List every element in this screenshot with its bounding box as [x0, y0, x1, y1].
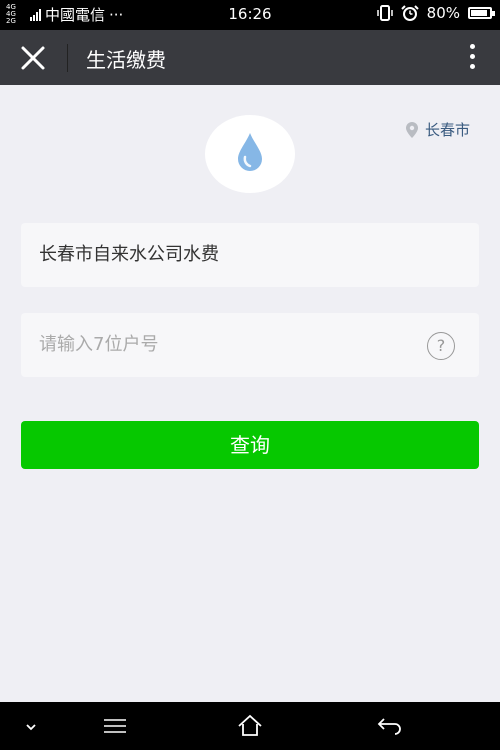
title-bar: 生活缴费 — [0, 30, 500, 85]
location-pin-icon — [405, 121, 418, 138]
status-bar: 4G 4G 2G 中國電信 ··· 16:26 80% — [0, 0, 500, 30]
question-icon[interactable]: ? — [427, 332, 455, 360]
account-number-input[interactable]: 请输入7位户号 ? — [21, 313, 479, 377]
status-right: 80% — [376, 4, 495, 22]
menu-icon — [104, 719, 126, 733]
close-button[interactable] — [14, 42, 50, 74]
home-icon — [238, 714, 262, 736]
location-label: 长春市 — [424, 121, 470, 139]
chevron-down-icon — [26, 724, 36, 731]
close-icon — [21, 46, 45, 70]
system-navigation-bar — [0, 702, 500, 750]
main-content: 长春市 长春市自来水公司水费 请输入7位户号 ? 查询 — [0, 85, 500, 702]
collapse-button[interactable] — [16, 714, 46, 738]
vibrate-icon — [376, 5, 393, 21]
location-selector[interactable]: 长春市 — [405, 119, 470, 140]
query-button[interactable]: 查询 — [21, 421, 479, 469]
battery-percent: 80% — [426, 4, 460, 22]
company-name: 长春市自来水公司水费 — [39, 244, 219, 265]
company-field[interactable]: 长春市自来水公司水费 — [21, 223, 479, 287]
battery-icon — [468, 7, 495, 19]
water-drop-icon — [238, 133, 262, 171]
back-button[interactable] — [375, 714, 405, 738]
utility-logo — [205, 115, 295, 193]
alarm-clock-icon — [400, 5, 419, 21]
page-title: 生活缴费 — [86, 48, 166, 72]
menu-button[interactable] — [100, 714, 130, 738]
home-button[interactable] — [235, 714, 265, 738]
title-divider — [67, 44, 68, 72]
account-placeholder: 请输入7位户号 — [39, 334, 159, 355]
more-vertical-icon — [466, 44, 478, 69]
more-button[interactable] — [466, 44, 478, 72]
back-icon — [377, 718, 401, 735]
